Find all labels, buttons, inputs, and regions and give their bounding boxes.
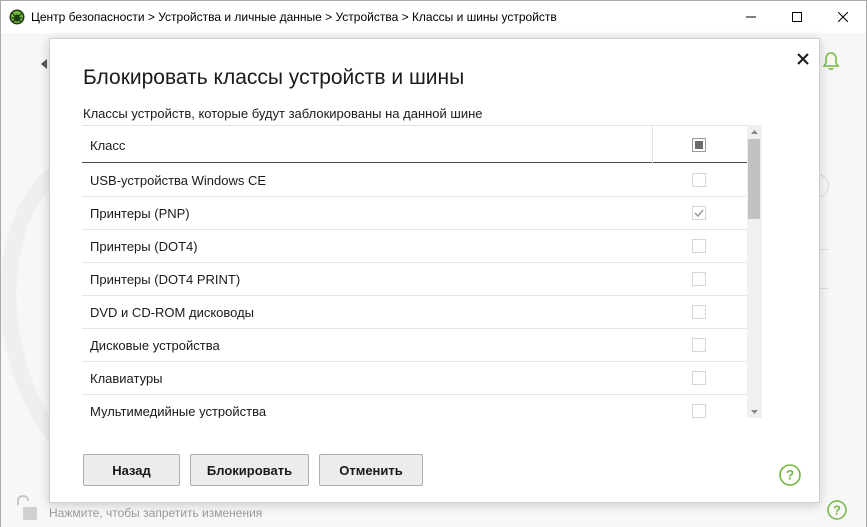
block-class-checkbox[interactable]	[692, 338, 706, 352]
chevron-down-icon	[751, 409, 758, 414]
dialog-close-button[interactable]	[795, 51, 811, 67]
table-row[interactable]: Принтеры (PNP)	[82, 197, 762, 230]
dialog-subtitle: Классы устройств, которые будут заблокир…	[83, 106, 483, 121]
block-device-classes-dialog: Блокировать классы устройств и шины Клас…	[49, 38, 820, 503]
device-class-label: Дисковые устройства	[90, 338, 220, 353]
app-window: Центр безопасности > Устройства и личные…	[0, 0, 867, 527]
table-row[interactable]: Клавиатуры	[82, 362, 762, 395]
cancel-button[interactable]: Отменить	[319, 454, 423, 486]
scroll-up-button[interactable]	[747, 125, 762, 138]
unlocked-padlock-icon[interactable]	[14, 495, 38, 521]
table-row[interactable]: DVD и CD-ROM дисководы	[82, 296, 762, 329]
table-row[interactable]: Дисковые устройства	[82, 329, 762, 362]
device-class-label: Принтеры (PNP)	[90, 206, 190, 221]
block-class-checkbox[interactable]	[692, 404, 706, 418]
device-class-label: DVD и CD-ROM дисководы	[90, 305, 255, 320]
block-class-checkbox[interactable]	[692, 206, 706, 220]
help-icon[interactable]: ?	[779, 464, 801, 486]
block-button[interactable]: Блокировать	[190, 454, 309, 486]
minimize-button[interactable]	[728, 1, 774, 33]
dialog-title: Блокировать классы устройств и шины	[83, 66, 465, 89]
window-title: Центр безопасности > Устройства и личные…	[31, 10, 557, 24]
table-header: Класс	[82, 125, 762, 163]
checkmark-icon	[694, 209, 704, 217]
notification-bell-icon[interactable]	[821, 51, 841, 71]
maximize-button[interactable]	[774, 1, 820, 33]
block-class-checkbox[interactable]	[692, 272, 706, 286]
scrollbar-thumb[interactable]	[748, 139, 760, 219]
chevron-up-icon	[751, 129, 758, 134]
device-class-label: Клавиатуры	[90, 371, 163, 386]
table-row[interactable]: Мультимедийные устройства	[82, 395, 762, 418]
svg-text:?: ?	[833, 503, 841, 518]
device-classes-table: Класс USB-устройства Windows CE Принтеры …	[82, 125, 762, 418]
dr-web-spider-icon	[9, 9, 25, 25]
lock-changes-hint[interactable]: Нажмите, чтобы запретить изменения	[49, 506, 262, 520]
minimize-icon	[746, 16, 756, 18]
block-class-checkbox[interactable]	[692, 173, 706, 187]
scroll-down-button[interactable]	[747, 405, 762, 418]
device-class-label: Принтеры (DOT4 PRINT)	[90, 272, 241, 287]
block-class-checkbox[interactable]	[692, 239, 706, 253]
device-class-label: Принтеры (DOT4)	[90, 239, 198, 254]
select-all-checkbox[interactable]	[692, 138, 706, 152]
device-class-label: Мультимедийные устройства	[90, 404, 267, 418]
table-row[interactable]: Принтеры (DOT4)	[82, 230, 762, 263]
maximize-icon	[792, 12, 802, 22]
table-row[interactable]: Принтеры (DOT4 PRINT)	[82, 263, 762, 296]
device-class-label: USB-устройства Windows CE	[90, 173, 267, 188]
vertical-scrollbar[interactable]	[747, 125, 762, 418]
help-icon[interactable]: ?	[827, 500, 847, 520]
column-header-class: Класс	[90, 138, 126, 153]
block-class-checkbox[interactable]	[692, 305, 706, 319]
svg-text:?: ?	[786, 467, 795, 483]
column-separator	[652, 126, 653, 163]
background-divider	[819, 249, 829, 250]
close-icon	[797, 53, 809, 65]
table-row[interactable]: USB-устройства Windows CE	[82, 164, 762, 197]
window-close-button[interactable]	[820, 1, 866, 33]
back-arrow-icon[interactable]	[41, 59, 49, 69]
table-rows: USB-устройства Windows CE Принтеры (PNP) П…	[82, 164, 762, 418]
close-icon	[838, 12, 848, 22]
block-class-checkbox[interactable]	[692, 371, 706, 385]
back-button[interactable]: Назад	[83, 454, 180, 486]
title-bar: Центр безопасности > Устройства и личные…	[1, 1, 866, 33]
background-divider	[819, 288, 829, 289]
